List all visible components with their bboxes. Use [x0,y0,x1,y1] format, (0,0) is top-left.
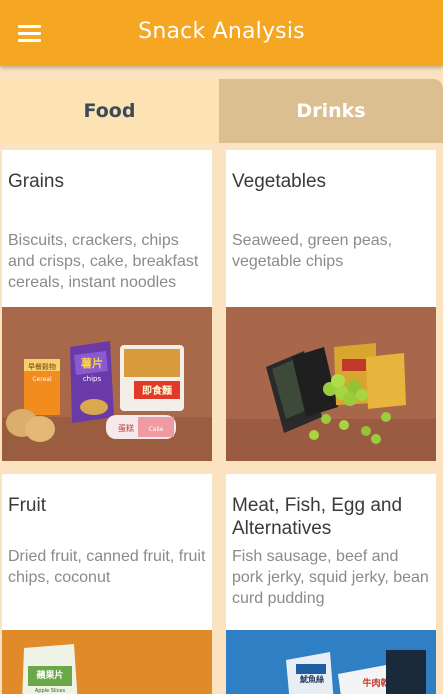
card-description: Fish sausage, beef and pork jerky, squid… [232,548,429,607]
cake-label: 蛋糕 [118,423,134,433]
squid-label: 魷魚絲 [299,674,324,684]
tab-drinks[interactable]: Drinks [219,79,443,143]
chips-sub-label: chips [83,375,102,383]
card-title: Meat, Fish, Egg and Alternatives [232,495,403,539]
noodles-label: 即食麵 [142,384,172,397]
tab-food[interactable]: Food [0,79,219,143]
card-description: Dried fruit, canned fruit, fruit chips, … [8,548,206,586]
fruit-photo: 蘋果片 Apple Slices [2,630,212,694]
category-grid: Grains Biscuits, crackers, chips and cri… [0,143,443,694]
apple-slices-sub-label: Apple Slices [35,688,66,694]
vegetables-photo [226,307,436,461]
meat-fish-photo: 魷魚絲 牛肉乾 [226,630,436,694]
cereal-sub-label: Cereal [32,376,52,383]
card-title: Grains [8,171,64,192]
grains-photo: 早餐穀物 Cereal 薯片 chips 即食麵 蛋糕 Cake [2,307,212,461]
cake-sub-label: Cake [149,426,164,433]
card-title: Fruit [8,495,46,516]
card-description: Biscuits, crackers, chips and crisps, ca… [8,232,199,291]
category-card-vegetables[interactable]: Vegetables Seaweed, green peas, vegetabl… [226,150,436,461]
chips-label: 薯片 [80,356,103,370]
cereal-label: 早餐穀物 [28,362,56,371]
category-card-fruit[interactable]: Fruit Dried fruit, canned fruit, fruit c… [2,474,212,694]
page-title: Snack Analysis [138,19,305,44]
card-title: Vegetables [232,171,327,192]
beef-label: 牛肉乾 [362,677,389,689]
category-card-meat-fish-egg[interactable]: Meat, Fish, Egg and Alternatives Fish sa… [226,474,436,694]
app-bar: Snack Analysis [0,0,443,66]
apple-slices-label: 蘋果片 [36,669,63,681]
card-description: Seaweed, green peas, vegetable chips [232,232,393,270]
tab-bar: Food Drinks [0,79,443,143]
category-card-grains[interactable]: Grains Biscuits, crackers, chips and cri… [2,150,212,461]
